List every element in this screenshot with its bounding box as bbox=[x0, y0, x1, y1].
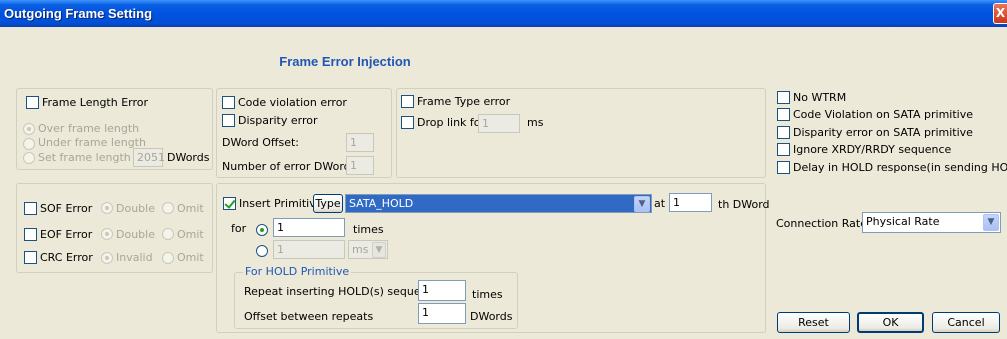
disparity-error-checkbox[interactable] bbox=[222, 114, 235, 127]
set-frame-length-radio[interactable] bbox=[23, 152, 35, 164]
frame-length-error-checkbox[interactable] bbox=[26, 96, 39, 109]
crc-omit-radio[interactable] bbox=[162, 252, 174, 264]
error-dwords-input[interactable]: 1 bbox=[346, 156, 374, 175]
times-input[interactable]: 1 bbox=[273, 218, 345, 237]
option-checkbox-1[interactable] bbox=[777, 108, 790, 121]
ok-button[interactable]: OK bbox=[857, 312, 924, 333]
frame-length-error-label: Frame Length Error bbox=[42, 96, 149, 109]
crc-error-label: CRC Error bbox=[40, 251, 93, 264]
over-frame-length-radio[interactable] bbox=[23, 123, 35, 135]
cancel-button[interactable]: Cancel bbox=[932, 312, 1000, 333]
connection-rate-select[interactable]: Physical Rate ▼ bbox=[862, 212, 1001, 233]
connection-rate-label: Connection Rate bbox=[776, 217, 867, 230]
crc-invalid-radio[interactable] bbox=[101, 252, 113, 264]
sof-double-label: Double bbox=[116, 202, 155, 215]
drop-link-checkbox[interactable] bbox=[401, 116, 414, 129]
offset-repeats-unit: DWords bbox=[470, 310, 513, 323]
reset-button[interactable]: Reset bbox=[777, 312, 850, 333]
option-checkbox-4[interactable] bbox=[777, 161, 790, 174]
eof-omit-label: Omit bbox=[177, 228, 204, 241]
hold-primitive-group-title: For HOLD Primitive bbox=[243, 265, 352, 278]
type-button[interactable]: Type bbox=[313, 194, 343, 213]
repeat-input[interactable]: 1 bbox=[418, 280, 466, 301]
window-title: Outgoing Frame Setting bbox=[4, 6, 153, 21]
crc-error-checkbox[interactable] bbox=[24, 251, 37, 264]
ms-unit-select[interactable]: ms ▼ bbox=[348, 240, 388, 259]
times-label: times bbox=[353, 223, 384, 236]
dword-offset-input[interactable]: 1 bbox=[346, 133, 374, 152]
frame-type-error-checkbox[interactable] bbox=[401, 95, 414, 108]
frame-length-unit: DWords bbox=[167, 151, 210, 164]
primitive-select-value: SATA_HOLD bbox=[349, 197, 414, 210]
option-label-0: No WTRM bbox=[793, 91, 847, 104]
close-icon[interactable]: X bbox=[993, 3, 1007, 24]
crc-invalid-label: Invalid bbox=[116, 251, 153, 264]
outgoing-frame-setting-dialog: Outgoing Frame Setting X Frame Error Inj… bbox=[0, 0, 1007, 339]
disparity-error-label: Disparity error bbox=[238, 114, 318, 127]
sof-error-checkbox[interactable] bbox=[24, 202, 37, 215]
frame-type-error-label: Frame Type error bbox=[417, 95, 511, 108]
drop-link-input[interactable]: 1 bbox=[478, 114, 520, 133]
set-frame-length-label: Set frame length to bbox=[38, 151, 146, 164]
under-frame-length-label: Under frame length bbox=[38, 136, 146, 149]
eof-omit-radio[interactable] bbox=[162, 228, 174, 240]
at-dword-input[interactable]: 1 bbox=[669, 193, 712, 212]
at-label: at bbox=[654, 197, 666, 210]
sof-error-label: SOF Error bbox=[40, 202, 93, 215]
offset-repeats-input[interactable]: 1 bbox=[418, 303, 466, 324]
for-ms-radio[interactable] bbox=[256, 245, 268, 257]
eof-double-label: Double bbox=[116, 228, 155, 241]
option-label-1: Code Violation on SATA primitive bbox=[793, 108, 974, 121]
chevron-down-icon[interactable]: ▼ bbox=[372, 242, 386, 258]
option-checkbox-0[interactable] bbox=[777, 91, 790, 104]
connection-rate-value: Physical Rate bbox=[866, 215, 940, 228]
drop-link-unit: ms bbox=[527, 116, 544, 129]
frame-length-input[interactable]: 2051 bbox=[133, 148, 165, 167]
for-times-radio[interactable] bbox=[256, 224, 268, 236]
insert-primitive-label: Insert Primitive bbox=[239, 197, 323, 210]
drop-link-label: Drop link for bbox=[417, 116, 486, 129]
eof-error-label: EOF Error bbox=[40, 228, 93, 241]
option-label-2: Disparity error on SATA primitive bbox=[793, 126, 973, 139]
page-title: Frame Error Injection bbox=[279, 54, 411, 69]
primitive-select[interactable]: SATA_HOLD ▼ bbox=[345, 194, 652, 213]
eof-double-radio[interactable] bbox=[101, 228, 113, 240]
for-label: for bbox=[231, 222, 247, 235]
sof-double-radio[interactable] bbox=[101, 202, 113, 214]
code-violation-checkbox[interactable] bbox=[222, 96, 235, 109]
code-violation-label: Code violation error bbox=[238, 96, 347, 109]
option-checkbox-2[interactable] bbox=[777, 126, 790, 139]
sof-omit-label: Omit bbox=[177, 202, 204, 215]
option-label-3: Ignore XRDY/RRDY sequence bbox=[793, 143, 952, 156]
over-frame-length-label: Over frame length bbox=[38, 122, 140, 135]
title-bar: Outgoing Frame Setting bbox=[0, 0, 1007, 27]
option-checkbox-3[interactable] bbox=[777, 143, 790, 156]
offset-repeats-label: Offset between repeats bbox=[244, 310, 374, 323]
ms-input[interactable]: 1 bbox=[273, 240, 345, 259]
error-dwords-label: Number of error DWords: bbox=[222, 160, 361, 173]
insert-primitive-checkbox[interactable] bbox=[223, 197, 236, 210]
crc-omit-label: Omit bbox=[177, 251, 204, 264]
under-frame-length-radio[interactable] bbox=[23, 138, 35, 150]
sof-omit-radio[interactable] bbox=[162, 202, 174, 214]
ms-unit-value: ms bbox=[352, 243, 369, 256]
chevron-down-icon[interactable]: ▼ bbox=[634, 196, 650, 212]
repeat-label: Repeat inserting HOLD(s) sequence bbox=[244, 285, 441, 298]
eof-error-checkbox[interactable] bbox=[24, 228, 37, 241]
dword-label: th DWord bbox=[718, 198, 770, 211]
option-label-4: Delay in HOLD response(in sending HOLDA) bbox=[793, 161, 1007, 174]
chevron-down-icon[interactable]: ▼ bbox=[983, 214, 999, 231]
repeat-unit: times bbox=[472, 288, 503, 301]
dword-offset-label: DWord Offset: bbox=[222, 136, 299, 149]
